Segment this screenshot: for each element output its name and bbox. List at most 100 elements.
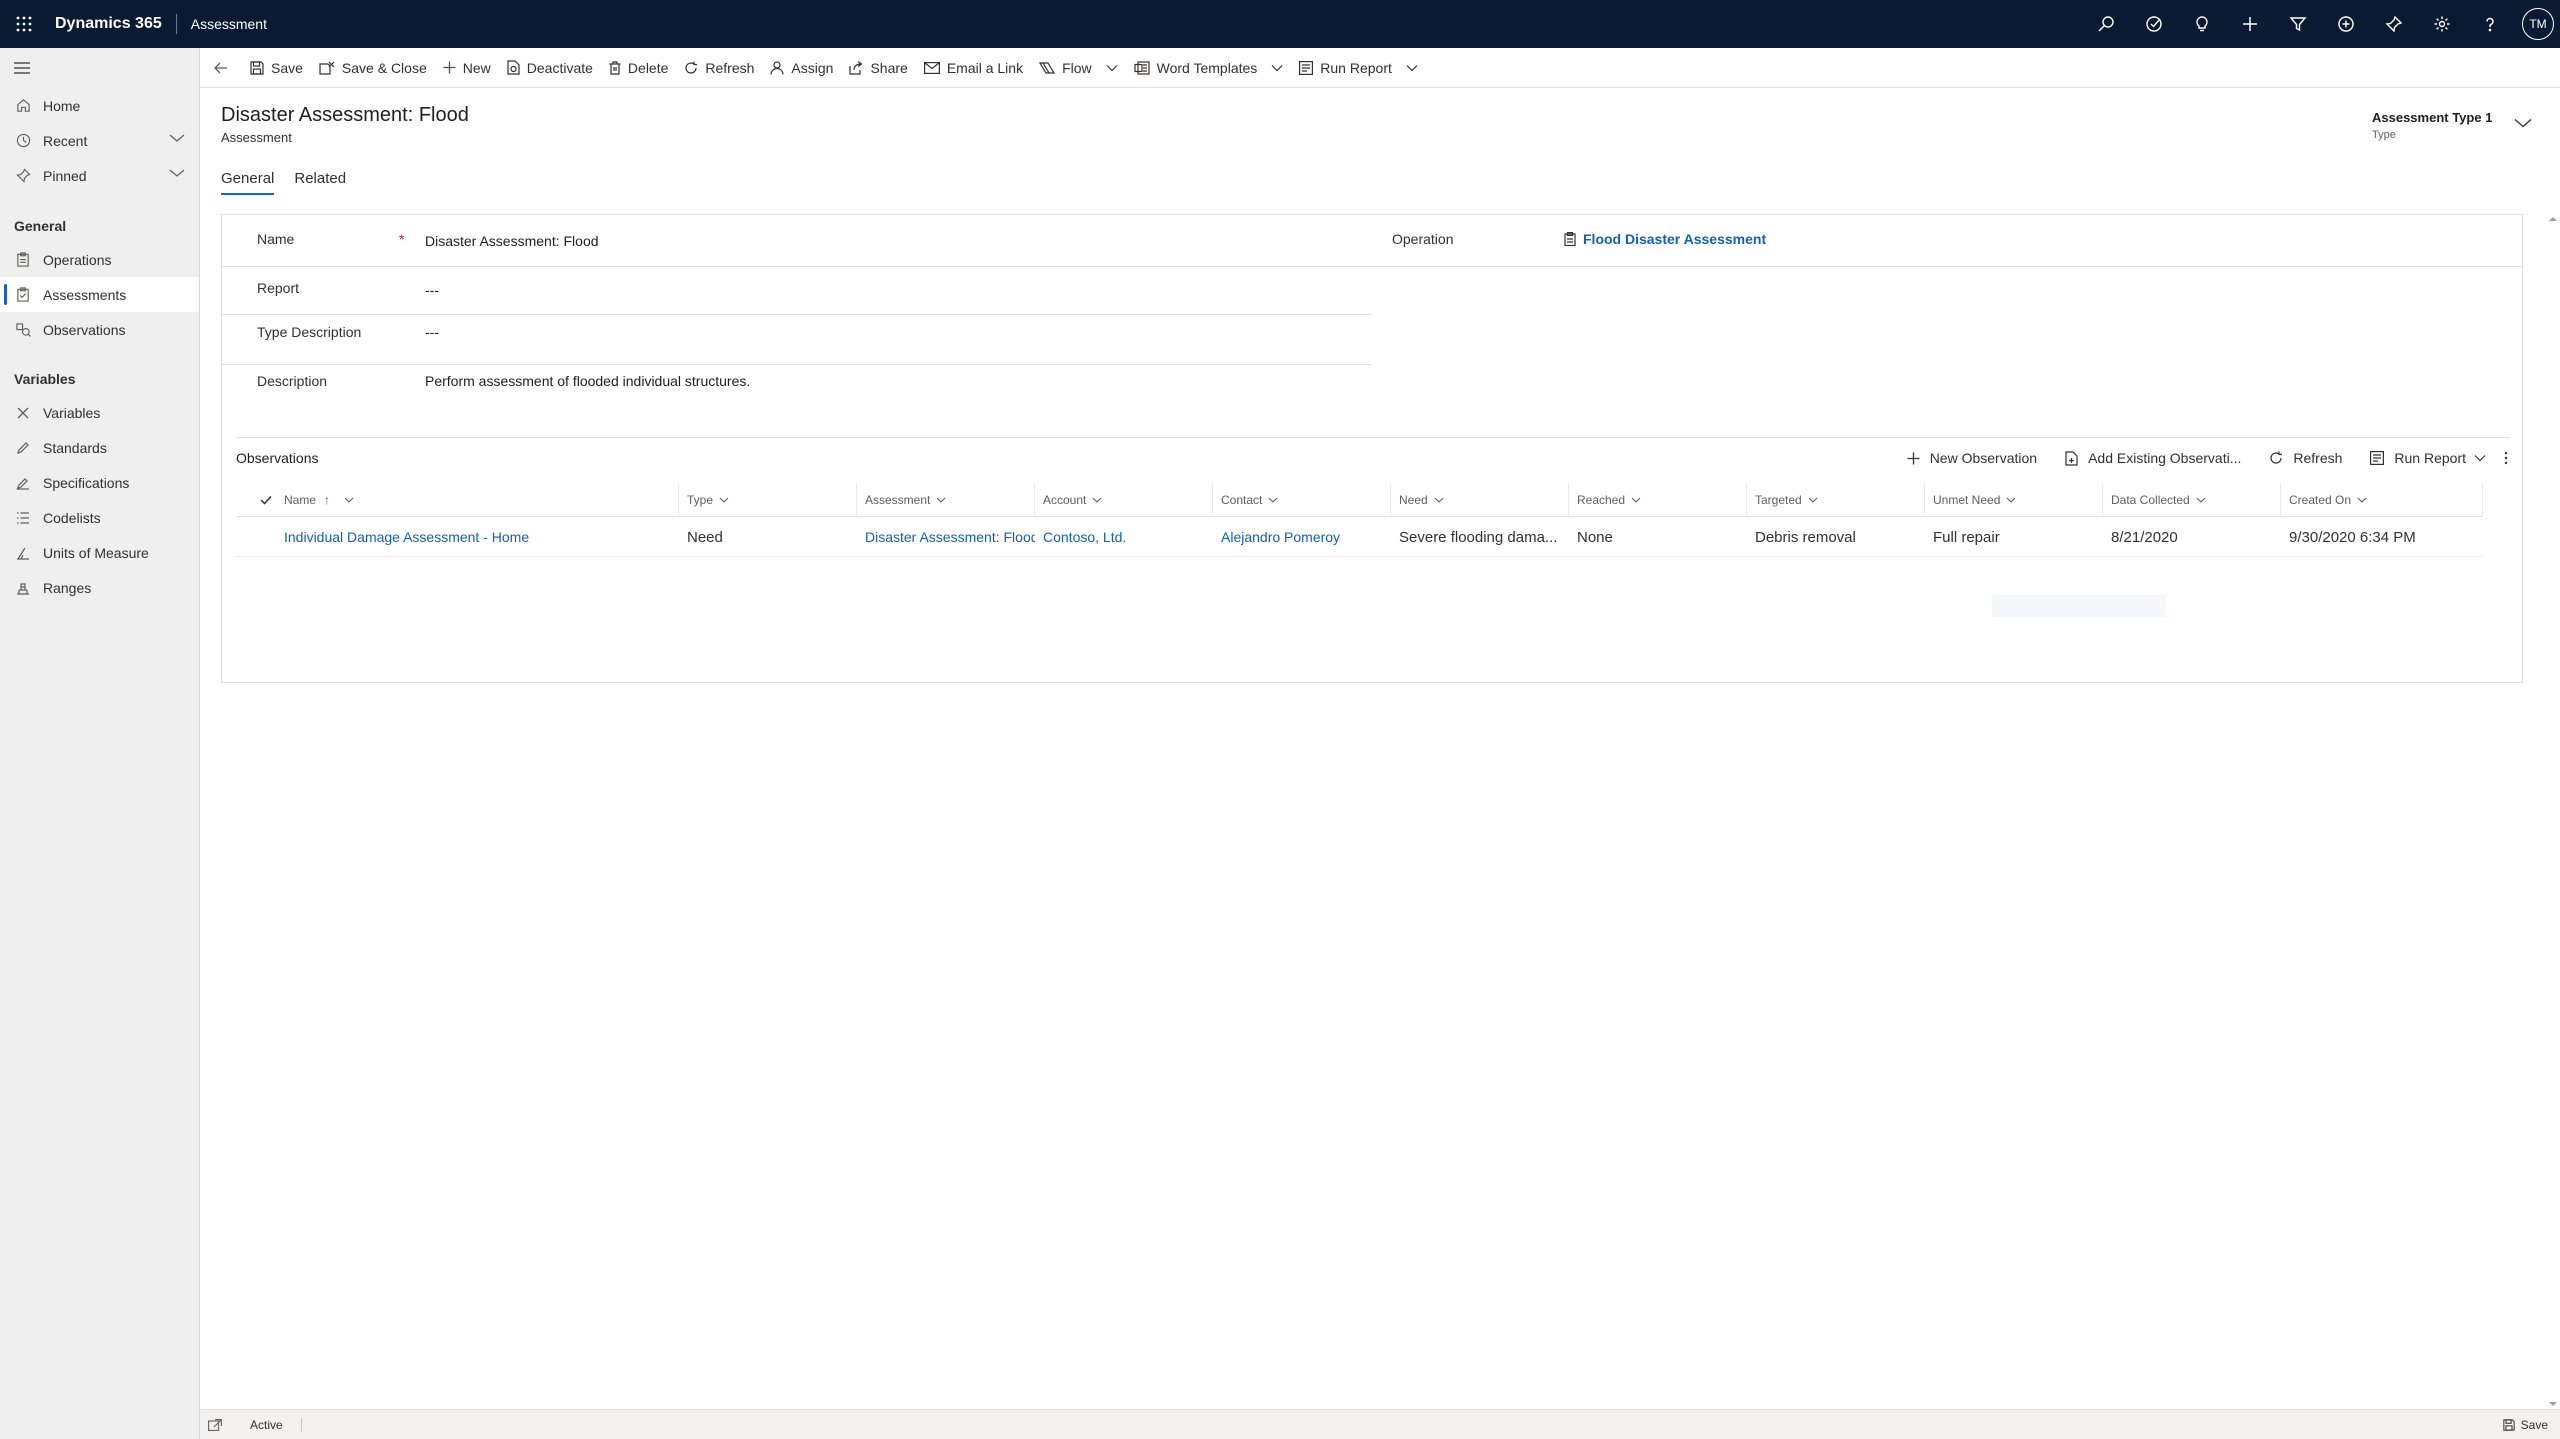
sidebar-item-units-of-measure[interactable]: Units of Measure [0, 535, 199, 570]
sidebar-item-recent[interactable]: Recent [0, 123, 199, 158]
name-field[interactable]: Disaster Assessment: Flood [425, 233, 599, 249]
subgrid-run-report-button[interactable]: Run Report [2356, 450, 2500, 466]
save-and-close-button[interactable]: Save & Close [311, 48, 435, 88]
add-circle-icon[interactable] [2322, 0, 2370, 48]
lightbulb-icon[interactable] [2178, 0, 2226, 48]
gear-icon[interactable] [2418, 0, 2466, 48]
name-label: Name [257, 231, 295, 247]
sidebar-item-assessments[interactable]: Assessments [0, 277, 199, 312]
save-button[interactable]: Save [242, 48, 311, 88]
chevron-down-icon[interactable] [2006, 497, 2016, 503]
sidebar-item-codelists[interactable]: Codelists [0, 500, 199, 535]
page-scrollbar[interactable] [2546, 214, 2560, 1409]
search-icon[interactable] [2082, 0, 2130, 48]
sidebar-item-variables[interactable]: Variables [0, 395, 199, 430]
chevron-down-icon[interactable] [1092, 497, 1102, 503]
chevron-down-icon[interactable] [2196, 497, 2206, 503]
column-header-unmet-need[interactable]: Unmet Need [1925, 483, 2103, 517]
sidebar-item-pinned[interactable]: Pinned [0, 158, 199, 193]
run-report-button[interactable]: Run Report [1291, 48, 1426, 88]
sidebar-item-ranges[interactable]: Ranges [0, 570, 199, 605]
sidebar-item-standards[interactable]: Standards [0, 430, 199, 465]
clipboard-icon [15, 252, 31, 268]
column-header-need[interactable]: Need [1391, 483, 1569, 517]
observation-type-cell: Need [687, 528, 723, 546]
topbar-actions: TM [2082, 0, 2560, 48]
deactivate-button[interactable]: Deactivate [499, 48, 601, 88]
sidebar-item-specifications[interactable]: Specifications [0, 465, 199, 500]
observation-account-link[interactable]: Contoso, Ltd. [1035, 517, 1213, 557]
assign-button[interactable]: Assign [762, 48, 841, 88]
share-button[interactable]: Share [841, 48, 915, 88]
column-header-type[interactable]: Type [679, 483, 857, 517]
column-header-name[interactable]: Name ↑ [276, 483, 679, 517]
header-type-field[interactable]: Assessment Type 1 Type [2372, 110, 2492, 141]
chevron-down-icon[interactable] [1808, 497, 1818, 503]
observation-targeted-cell: Debris removal [1755, 528, 1856, 546]
plus-icon[interactable] [2226, 0, 2274, 48]
observation-name-link[interactable]: Individual Damage Assessment - Home [276, 517, 679, 557]
more-commands-icon[interactable] [2500, 451, 2522, 465]
operation-lookup-value[interactable]: Flood Disaster Assessment [1583, 231, 1766, 247]
tab-general[interactable]: General [221, 170, 275, 195]
variable-icon [15, 405, 31, 421]
observation-icon [15, 322, 31, 338]
operation-lookup-field[interactable]: Flood Disaster Assessment [1564, 231, 1766, 247]
chevron-down-icon[interactable] [1406, 64, 1418, 72]
chevron-down-icon[interactable] [1434, 497, 1444, 503]
chevron-down-icon[interactable] [169, 168, 185, 178]
email-a-link-button[interactable]: Email a Link [916, 48, 1031, 88]
help-icon[interactable] [2466, 0, 2514, 48]
add-existing-observation-button[interactable]: Add Existing Observati... [2051, 450, 2255, 466]
chevron-down-icon[interactable] [1271, 64, 1283, 72]
report-field[interactable]: --- [425, 282, 439, 298]
topbar-divider [175, 14, 177, 34]
chevron-down-icon[interactable] [1268, 497, 1278, 503]
column-header-contact[interactable]: Contact [1213, 483, 1391, 517]
tab-related[interactable]: Related [294, 170, 346, 195]
chevron-down-icon[interactable] [936, 497, 946, 503]
column-header-created-on[interactable]: Created On [2281, 483, 2483, 517]
chevron-down-icon[interactable] [1106, 64, 1118, 72]
filter-icon[interactable] [2274, 0, 2322, 48]
chevron-down-icon[interactable] [719, 497, 729, 503]
select-all-checkmark-icon[interactable] [246, 483, 276, 517]
delete-button[interactable]: Delete [601, 48, 676, 88]
trash-icon [609, 60, 621, 75]
observation-contact-link[interactable]: Alejandro Pomeroy [1213, 517, 1391, 557]
chevron-down-icon[interactable] [169, 133, 185, 143]
refresh-button[interactable]: Refresh [676, 48, 762, 88]
chevron-down-icon[interactable] [2474, 454, 2486, 462]
hamburger-menu-icon[interactable] [0, 48, 199, 88]
flow-button[interactable]: Flow [1031, 48, 1126, 88]
footer-save-button[interactable]: Save [2502, 1418, 2548, 1432]
word-templates-button[interactable]: Word Templates [1126, 48, 1292, 88]
observation-assessment-link[interactable]: Disaster Assessment: Flood [857, 517, 1035, 557]
column-header-assessment[interactable]: Assessment [857, 483, 1035, 517]
description-field[interactable]: Perform assessment of flooded individual… [425, 373, 750, 389]
app-launcher-waffle-icon[interactable] [0, 0, 48, 48]
new-button[interactable]: New [435, 48, 499, 88]
sidebar-item-home[interactable]: Home [0, 88, 199, 123]
word-icon [1134, 60, 1150, 75]
pin-icon[interactable] [2370, 0, 2418, 48]
new-observation-button[interactable]: New Observation [1893, 450, 2051, 466]
sidebar-item-operations[interactable]: Operations [0, 242, 199, 277]
sidebar-item-observations[interactable]: Observations [0, 312, 199, 347]
header-expand-chevron-icon[interactable] [2514, 118, 2532, 128]
subgrid-refresh-button[interactable]: Refresh [2255, 450, 2356, 466]
column-header-targeted[interactable]: Targeted [1747, 483, 1925, 517]
chevron-down-icon[interactable] [1631, 497, 1641, 503]
chevron-down-icon[interactable] [2357, 497, 2367, 503]
column-header-data-collected[interactable]: Data Collected [2103, 483, 2281, 517]
column-header-account[interactable]: Account [1035, 483, 1213, 517]
table-row[interactable]: Individual Damage Assessment - Home Need… [236, 517, 2483, 557]
open-in-new-window-icon[interactable] [208, 1418, 222, 1431]
task-icon[interactable] [2130, 0, 2178, 48]
type-description-field[interactable]: --- [425, 324, 439, 340]
column-header-reached[interactable]: Reached [1569, 483, 1747, 517]
back-arrow-icon[interactable] [200, 48, 242, 88]
app-name[interactable]: Dynamics 365 [55, 15, 162, 33]
user-avatar[interactable]: TM [2522, 8, 2554, 40]
chevron-down-icon[interactable] [344, 497, 354, 503]
